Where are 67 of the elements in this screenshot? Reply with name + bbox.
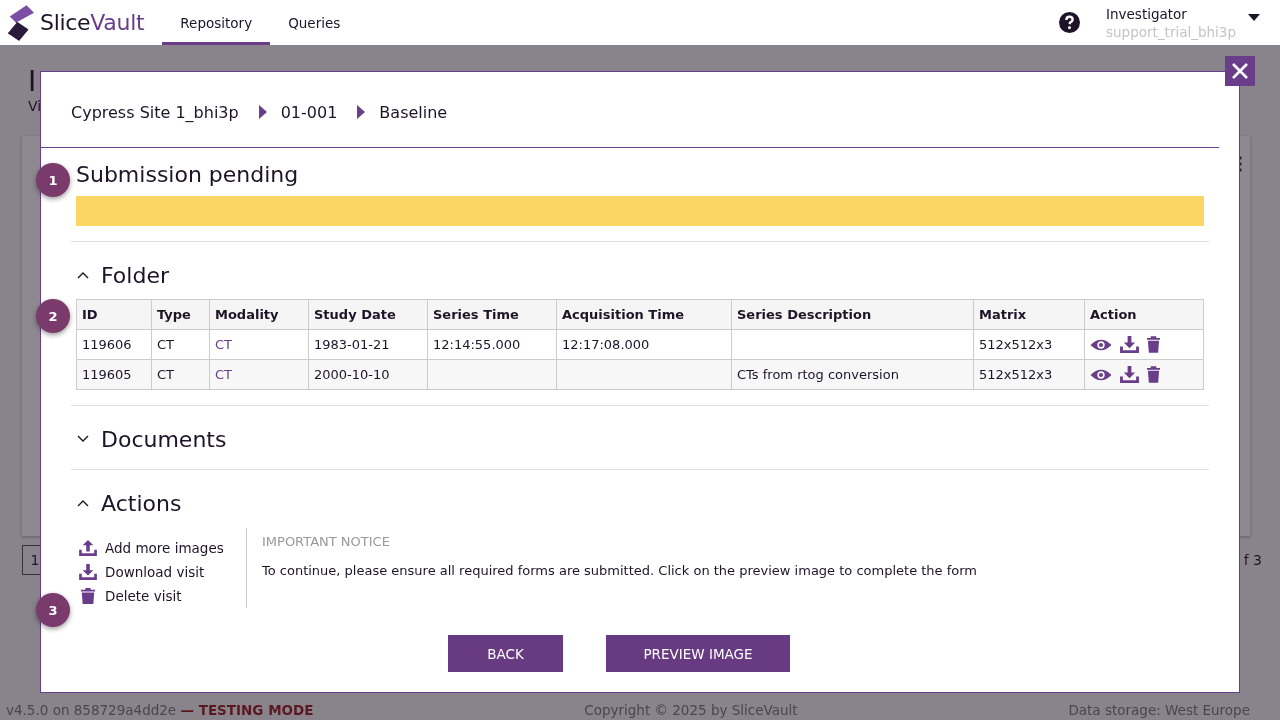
trash-icon[interactable] [1147,366,1160,383]
help-icon[interactable] [1059,12,1080,33]
username: support_trial_bhi3p [1106,22,1236,41]
column-header: Action [1084,299,1204,330]
chevron-icon [258,105,267,119]
page-title: I [28,65,37,98]
table-cell: CT [151,329,210,360]
download-icon[interactable] [1120,336,1139,353]
page-subtitle: Vi [28,98,42,114]
notice-title: IMPORTANT NOTICE [262,534,391,549]
table-cell: 12:14:55.000 [427,329,557,360]
action-link[interactable]: Add more images [79,540,232,556]
storage-text: Data storage: West Europe [1068,702,1250,718]
chevron-icon [77,435,89,443]
column-header: ID [76,299,152,330]
breadcrumb-link[interactable]: 01-001 [280,102,338,122]
column-header: Series Description [731,299,974,330]
modality-link[interactable]: CT [215,367,233,382]
trash-icon[interactable] [1147,336,1160,353]
chevron-icon [77,271,89,279]
modality-link[interactable]: CT [215,337,233,352]
brand-name: SliceVault [40,10,145,35]
breadcrumb-link[interactable]: Cypress Site 1_bhi3p [71,102,239,122]
column-header: Type [151,299,210,330]
back-button[interactable]: BACK [448,635,563,672]
section-toggle[interactable]: Folder [77,260,1209,290]
section-toggle[interactable]: Actions [77,488,1209,518]
version-text: v4.5.0 on 858729a4dd2e [6,702,177,718]
table-cell: 1983-01-21 [308,329,428,360]
copyright-text: Copyright © 2025 by SliceVault [584,702,798,718]
eye-icon[interactable] [1090,367,1112,382]
download-icon[interactable] [1120,366,1139,383]
close-button[interactable] [1225,56,1255,86]
caret-icon[interactable] [1248,14,1260,21]
column-header: Modality [209,299,309,330]
column-header: Acquisition Time [556,299,732,330]
eye-icon[interactable] [1090,337,1112,352]
section-toggle[interactable]: Documents [77,424,1209,454]
user-role: Investigator [1106,4,1188,23]
notice-text: To continue, please ensure all required forms are submitted. Click on the preview image to complete the form [262,563,978,578]
nav-tab[interactable]: Repository [162,0,271,45]
table-cell: 12:17:08.000 [556,329,732,360]
breadcrumb-link[interactable]: Baseline [379,102,448,122]
table-cell: CT [151,359,210,390]
trash-icon [79,588,97,604]
mode-label: — TESTING MODE [180,702,314,718]
table-cell: 512x512x3 [973,329,1085,360]
action-link[interactable]: Download visit [79,564,232,580]
preview-button[interactable]: PREVIEW IMAGE [606,635,790,672]
table-cell: 512x512x3 [973,359,1085,390]
table-cell: 119605 [76,359,152,390]
column-header: Study Date [308,299,428,330]
action-link[interactable]: Delete visit [79,588,232,604]
logo-icon [6,4,34,41]
close-icon [1230,61,1250,81]
chevron-icon [357,105,366,119]
upload-icon [79,540,97,556]
table-cell: CTs from rtog conversion [731,359,974,390]
table-cell: 2000-10-10 [308,359,428,390]
table-cell: 119606 [76,329,152,360]
nav-tab[interactable]: Queries [270,0,359,45]
column-header: Matrix [973,299,1085,330]
status-title: Submission pending [76,161,300,189]
column-header: Series Time [427,299,557,330]
page-count: f 3 [1243,552,1262,568]
download-icon [79,564,97,580]
chevron-icon [77,499,89,507]
